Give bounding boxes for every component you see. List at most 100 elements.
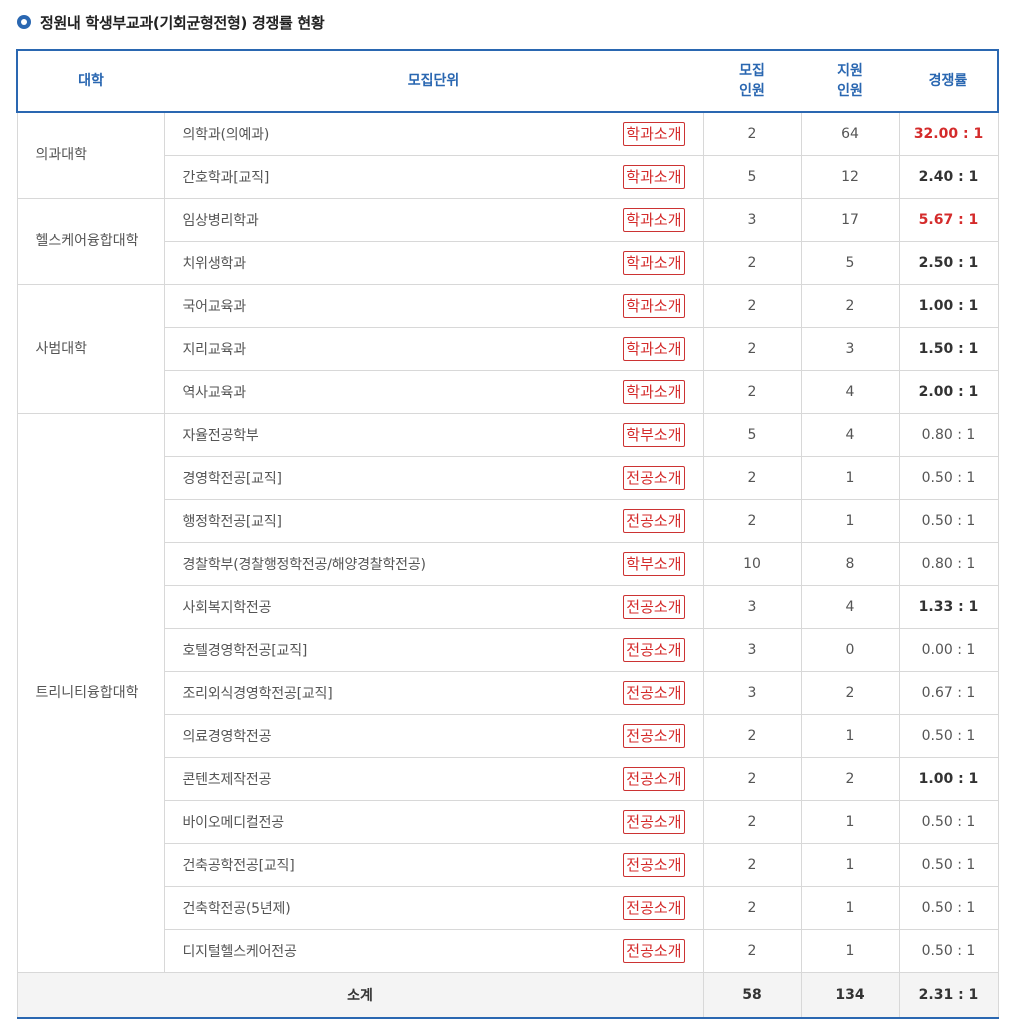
table-row: 의과대학 의학과(의예과) 학과소개 2 64 32.00 : 1	[16, 111, 999, 199]
rate-cell: 1.00 : 1	[898, 284, 999, 328]
unit-intro-button[interactable]: 전공소개	[623, 724, 685, 748]
quota-cell: 2	[702, 800, 802, 844]
college-name: 사범대학	[16, 284, 165, 414]
header-college: 대학	[16, 49, 164, 113]
unit-intro-button[interactable]: 전공소개	[623, 896, 685, 920]
unit-intro-button[interactable]: 학과소개	[623, 165, 685, 189]
header-quota-line1: 모집	[739, 63, 765, 79]
applicants-cell: 64	[800, 111, 900, 156]
table-row: 경영학전공[교직] 전공소개 2 1 0.50 : 1	[17, 456, 999, 500]
unit-cell: 경찰학부(경찰행정학전공/해양경찰학전공) 학부소개	[163, 542, 704, 586]
applicants-cell: 2	[800, 671, 900, 715]
header-applicants: 지원 인원	[801, 49, 899, 113]
unit-name: 경찰학부(경찰행정학전공/해양경찰학전공)	[182, 557, 426, 573]
rate-cell: 0.67 : 1	[898, 671, 999, 715]
total-rate: 2.31 : 1	[898, 972, 999, 1019]
college-name: 트리니티융합대학	[16, 413, 165, 973]
unit-intro-button[interactable]: 학과소개	[623, 337, 685, 361]
applicants-cell: 3	[800, 327, 900, 371]
unit-intro-button[interactable]: 전공소개	[623, 853, 685, 877]
table-row: 디지털헬스케어전공 전공소개 2 1 0.50 : 1	[17, 929, 999, 973]
applicants-cell: 1	[800, 714, 900, 758]
quota-cell: 2	[702, 111, 802, 156]
applicants-cell: 17	[800, 198, 900, 242]
applicants-cell: 1	[800, 800, 900, 844]
rate-cell: 0.50 : 1	[898, 499, 999, 543]
table-body: 의과대학 의학과(의예과) 학과소개 2 64 32.00 : 1 간호학과[교직] 학과소개…	[16, 111, 999, 973]
table-row: 행정학전공[교직] 전공소개 2 1 0.50 : 1	[17, 499, 999, 543]
table-row: 콘텐츠제작전공 전공소개 2 2 1.00 : 1	[17, 757, 999, 801]
unit-intro-button[interactable]: 전공소개	[623, 509, 685, 533]
table-row: 의료경영학전공 전공소개 2 1 0.50 : 1	[17, 714, 999, 758]
unit-name: 자율전공학부	[182, 428, 259, 444]
quota-cell: 2	[702, 843, 802, 887]
unit-intro-button[interactable]: 학과소개	[623, 208, 685, 232]
rate-cell: 1.33 : 1	[898, 585, 999, 629]
unit-intro-button[interactable]: 학부소개	[623, 552, 685, 576]
unit-intro-button[interactable]: 학과소개	[623, 122, 685, 146]
rate-cell: 2.50 : 1	[898, 241, 999, 285]
unit-cell: 지리교육과 학과소개	[163, 327, 704, 371]
unit-intro-button[interactable]: 학부소개	[623, 423, 685, 447]
header-quota-line2: 인원	[739, 83, 765, 99]
unit-intro-button[interactable]: 전공소개	[623, 466, 685, 490]
unit-name: 치위생학과	[182, 256, 247, 272]
unit-intro-button[interactable]: 전공소개	[623, 595, 685, 619]
unit-name: 건축공학전공[교직]	[182, 858, 295, 874]
unit-intro-button[interactable]: 전공소개	[623, 767, 685, 791]
unit-intro-button[interactable]: 학과소개	[623, 380, 685, 404]
rate-cell: 0.50 : 1	[898, 929, 999, 973]
unit-name: 행정학전공[교직]	[182, 514, 282, 530]
table-row: 건축공학전공[교직] 전공소개 2 1 0.50 : 1	[17, 843, 999, 887]
unit-name: 국어교육과	[182, 299, 247, 315]
applicants-cell: 1	[800, 843, 900, 887]
unit-cell: 호텔경영학전공[교직] 전공소개	[163, 628, 704, 672]
applicants-cell: 4	[800, 370, 900, 414]
unit-name: 임상병리학과	[182, 213, 259, 229]
rate-cell: 0.50 : 1	[898, 456, 999, 500]
quota-cell: 5	[702, 413, 802, 457]
unit-intro-button[interactable]: 학과소개	[623, 251, 685, 275]
unit-cell: 행정학전공[교직] 전공소개	[163, 499, 704, 543]
rate-cell: 0.50 : 1	[898, 843, 999, 887]
unit-name: 지리교육과	[182, 342, 247, 358]
rate-cell: 1.00 : 1	[898, 757, 999, 801]
applicants-cell: 1	[800, 886, 900, 930]
unit-name: 역사교육과	[182, 385, 247, 401]
unit-name: 의학과(의예과)	[182, 127, 270, 143]
quota-cell: 2	[702, 327, 802, 371]
table-row: 조리외식경영학전공[교직] 전공소개 3 2 0.67 : 1	[17, 671, 999, 715]
total-quota: 58	[702, 972, 802, 1019]
unit-cell: 자율전공학부 학부소개	[163, 413, 704, 457]
rate-cell: 0.80 : 1	[898, 542, 999, 586]
quota-cell: 2	[702, 370, 802, 414]
unit-intro-button[interactable]: 전공소개	[623, 681, 685, 705]
table-row: 바이오메디컬전공 전공소개 2 1 0.50 : 1	[17, 800, 999, 844]
unit-name: 바이오메디컬전공	[182, 815, 285, 831]
table-row: 경찰학부(경찰행정학전공/해양경찰학전공) 학부소개 10 8 0.80 : 1	[17, 542, 999, 586]
unit-name: 콘텐츠제작전공	[182, 772, 272, 788]
unit-name: 의료경영학전공	[182, 729, 272, 745]
quota-cell: 5	[702, 155, 802, 199]
unit-cell: 의료경영학전공 전공소개	[163, 714, 704, 758]
applicants-cell: 1	[800, 499, 900, 543]
unit-cell: 건축학전공(5년제) 전공소개	[163, 886, 704, 930]
unit-intro-button[interactable]: 학과소개	[623, 294, 685, 318]
unit-name: 사회복지학전공	[182, 600, 272, 616]
unit-name: 간호학과[교직]	[182, 170, 270, 186]
table-row: 치위생학과 학과소개 2 5 2.50 : 1	[17, 241, 999, 285]
total-applicants: 134	[800, 972, 900, 1019]
quota-cell: 2	[702, 929, 802, 973]
rate-cell: 5.67 : 1	[898, 198, 999, 242]
rate-cell: 0.80 : 1	[898, 413, 999, 457]
unit-name: 경영학전공[교직]	[182, 471, 282, 487]
unit-cell: 의학과(의예과) 학과소개	[163, 111, 704, 156]
total-label: 소계	[16, 972, 704, 1019]
unit-intro-button[interactable]: 전공소개	[623, 638, 685, 662]
rate-cell: 32.00 : 1	[898, 111, 999, 156]
unit-name: 호텔경영학전공[교직]	[182, 643, 308, 659]
unit-cell: 역사교육과 학과소개	[163, 370, 704, 414]
table-row: 헬스케어융합대학 임상병리학과 학과소개 3 17 5.67 : 1	[16, 198, 999, 285]
unit-intro-button[interactable]: 전공소개	[623, 810, 685, 834]
unit-intro-button[interactable]: 전공소개	[623, 939, 685, 963]
